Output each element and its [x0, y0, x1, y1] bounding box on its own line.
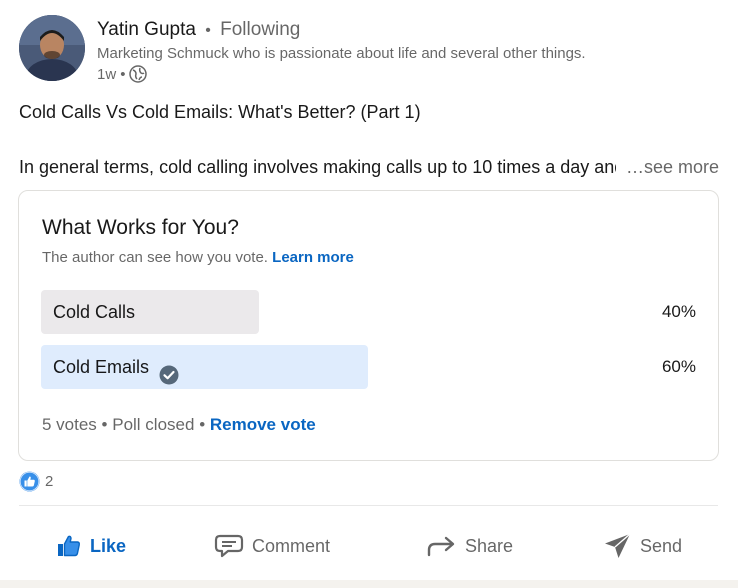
- poll-option-text: Cold Calls: [53, 302, 136, 322]
- post-body: In general terms, cold calling involves …: [19, 155, 719, 179]
- comment-label: Comment: [252, 535, 331, 556]
- learn-more-link[interactable]: Learn more: [272, 249, 354, 266]
- like-button[interactable]: Like: [56, 527, 126, 565]
- feed-background: [0, 580, 738, 588]
- reaction-count: 2: [45, 473, 54, 490]
- post-title: Cold Calls Vs Cold Emails: What's Better…: [19, 102, 421, 122]
- poll-status: Poll closed: [112, 415, 195, 434]
- author-separator: •: [205, 22, 211, 39]
- send-label: Send: [640, 535, 683, 556]
- poll-option-text: Cold Emails: [53, 357, 150, 377]
- post-meta: 1w •: [97, 65, 148, 83]
- poll-option-percent: 60%: [661, 357, 696, 376]
- post-body-text: In general terms, cold calling involves …: [19, 157, 671, 177]
- checkmark-circle-icon: [159, 357, 179, 385]
- author-name[interactable]: Yatin Gupta: [97, 19, 196, 40]
- see-more-link[interactable]: …see more: [615, 155, 719, 179]
- author-line: Yatin Gupta • Following: [97, 19, 300, 42]
- share-arrow-icon: [427, 533, 457, 559]
- author-headline: Marketing Schmuck who is passionate abou…: [97, 45, 586, 62]
- poll-option-cold-calls: Cold Calls 40%: [41, 290, 698, 334]
- avatar-image: [19, 15, 85, 81]
- poll-option-percent: 40%: [661, 302, 696, 321]
- send-paper-plane-icon: [604, 532, 632, 560]
- avatar[interactable]: [19, 15, 85, 81]
- comment-button[interactable]: Comment: [214, 527, 330, 565]
- poll-note: The author can see how you vote. Learn m…: [42, 249, 354, 266]
- share-label: Share: [465, 535, 514, 556]
- follow-status: Following: [220, 19, 301, 40]
- post-time[interactable]: 1w: [97, 66, 116, 83]
- poll-footer-separator: •: [199, 415, 206, 434]
- poll-question: What Works for You?: [42, 216, 239, 239]
- poll-option-label: Cold Calls: [53, 290, 135, 334]
- poll-footer-separator: •: [101, 415, 108, 434]
- meta-separator: •: [120, 65, 126, 83]
- reactions-summary[interactable]: 2: [19, 471, 53, 492]
- like-reaction-icon: [19, 471, 40, 492]
- like-label: Like: [90, 535, 127, 556]
- share-button[interactable]: Share: [427, 527, 513, 565]
- poll-card: What Works for You? The author can see h…: [18, 190, 719, 461]
- comment-icon: [214, 533, 244, 559]
- send-button[interactable]: Send: [604, 527, 682, 565]
- poll-footer: 5 votes • Poll closed • Remove vote: [42, 415, 316, 435]
- remove-vote-button[interactable]: Remove vote: [210, 415, 316, 434]
- divider: [19, 505, 718, 506]
- poll-option-label: Cold Emails: [53, 345, 179, 389]
- poll-note-text: The author can see how you vote.: [42, 249, 268, 266]
- feed-post: Yatin Gupta • Following Marketing Schmuc…: [0, 0, 738, 580]
- globe-icon: [129, 65, 148, 83]
- poll-vote-count[interactable]: 5 votes: [42, 415, 97, 434]
- thumbs-up-icon: [56, 533, 82, 559]
- poll-option-cold-emails: Cold Emails 60%: [41, 345, 698, 389]
